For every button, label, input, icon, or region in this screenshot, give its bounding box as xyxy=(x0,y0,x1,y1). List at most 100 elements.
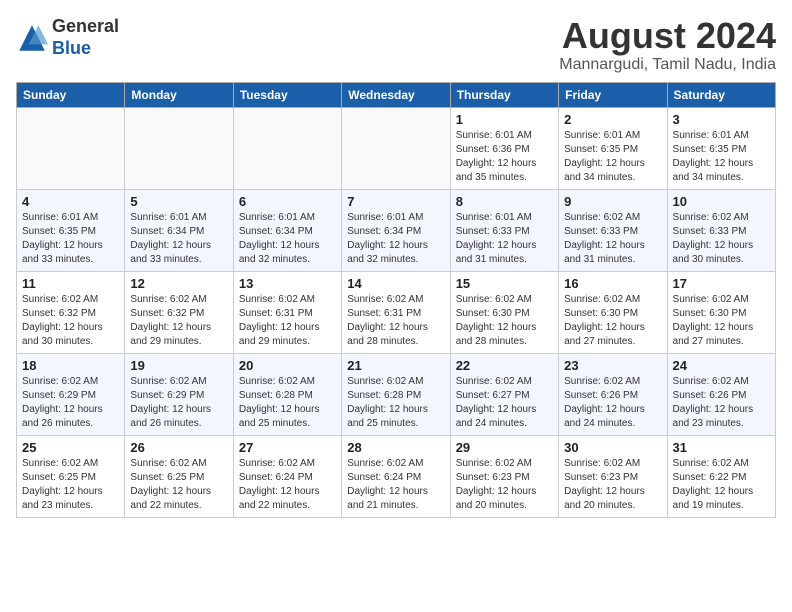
weekday-header-wednesday: Wednesday xyxy=(342,82,450,107)
logo-text: General Blue xyxy=(52,16,119,59)
day-number: 23 xyxy=(564,358,661,373)
day-info: Sunrise: 6:02 AM Sunset: 6:33 PM Dayligh… xyxy=(564,211,661,267)
calendar-cell: 26 Sunrise: 6:02 AM Sunset: 6:25 PM Dayli… xyxy=(125,435,233,517)
day-info: Sunrise: 6:02 AM Sunset: 6:29 PM Dayligh… xyxy=(22,375,119,431)
calendar-cell: 17 Sunrise: 6:02 AM Sunset: 6:30 PM Dayli… xyxy=(667,271,775,353)
month-year-title: August 2024 xyxy=(559,16,776,56)
day-number: 11 xyxy=(22,276,119,291)
day-number: 19 xyxy=(130,358,227,373)
day-info: Sunrise: 6:01 AM Sunset: 6:35 PM Dayligh… xyxy=(22,211,119,267)
day-info: Sunrise: 6:01 AM Sunset: 6:36 PM Dayligh… xyxy=(456,129,553,185)
day-info: Sunrise: 6:02 AM Sunset: 6:30 PM Dayligh… xyxy=(456,293,553,349)
day-number: 27 xyxy=(239,440,336,455)
logo-icon xyxy=(16,22,48,54)
day-info: Sunrise: 6:02 AM Sunset: 6:22 PM Dayligh… xyxy=(673,457,770,513)
day-info: Sunrise: 6:02 AM Sunset: 6:23 PM Dayligh… xyxy=(456,457,553,513)
day-number: 14 xyxy=(347,276,444,291)
page-header: General Blue August 2024 Mannargudi, Tam… xyxy=(16,16,776,74)
calendar-cell: 21 Sunrise: 6:02 AM Sunset: 6:28 PM Dayli… xyxy=(342,353,450,435)
calendar-cell: 16Sunrise: 6:02 AM Sunset: 6:30 PM Dayli… xyxy=(559,271,667,353)
title-block: August 2024 Mannargudi, Tamil Nadu, Indi… xyxy=(559,16,776,74)
calendar-cell xyxy=(233,107,341,189)
day-info: Sunrise: 6:01 AM Sunset: 6:34 PM Dayligh… xyxy=(347,211,444,267)
day-number: 3 xyxy=(673,112,770,127)
day-info: Sunrise: 6:01 AM Sunset: 6:34 PM Dayligh… xyxy=(130,211,227,267)
calendar-cell: 3 Sunrise: 6:01 AM Sunset: 6:35 PM Daylig… xyxy=(667,107,775,189)
calendar-cell: 25Sunrise: 6:02 AM Sunset: 6:25 PM Dayli… xyxy=(17,435,125,517)
calendar-cell: 20 Sunrise: 6:02 AM Sunset: 6:28 PM Dayli… xyxy=(233,353,341,435)
day-number: 6 xyxy=(239,194,336,209)
day-number: 2 xyxy=(564,112,661,127)
calendar-cell: 19 Sunrise: 6:02 AM Sunset: 6:29 PM Dayli… xyxy=(125,353,233,435)
calendar-cell: 27Sunrise: 6:02 AM Sunset: 6:24 PM Dayli… xyxy=(233,435,341,517)
day-number: 24 xyxy=(673,358,770,373)
day-info: Sunrise: 6:02 AM Sunset: 6:29 PM Dayligh… xyxy=(130,375,227,431)
day-number: 15 xyxy=(456,276,553,291)
calendar-week-3: 11 Sunrise: 6:02 AM Sunset: 6:32 PM Dayli… xyxy=(17,271,776,353)
calendar-cell: 13 Sunrise: 6:02 AM Sunset: 6:31 PM Dayli… xyxy=(233,271,341,353)
calendar-cell xyxy=(125,107,233,189)
calendar-table: SundayMondayTuesdayWednesdayThursdayFrid… xyxy=(16,82,776,518)
calendar-cell: 12 Sunrise: 6:02 AM Sunset: 6:32 PM Dayli… xyxy=(125,271,233,353)
calendar-cell: 23 Sunrise: 6:02 AM Sunset: 6:26 PM Dayli… xyxy=(559,353,667,435)
day-number: 13 xyxy=(239,276,336,291)
day-info: Sunrise: 6:02 AM Sunset: 6:32 PM Dayligh… xyxy=(130,293,227,349)
day-info: Sunrise: 6:02 AM Sunset: 6:28 PM Dayligh… xyxy=(347,375,444,431)
day-info: Sunrise: 6:02 AM Sunset: 6:28 PM Dayligh… xyxy=(239,375,336,431)
day-info: Sunrise: 6:02 AM Sunset: 6:25 PM Dayligh… xyxy=(130,457,227,513)
day-number: 10 xyxy=(673,194,770,209)
calendar-cell: 6 Sunrise: 6:01 AM Sunset: 6:34 PM Daylig… xyxy=(233,189,341,271)
day-number: 8 xyxy=(456,194,553,209)
day-number: 28 xyxy=(347,440,444,455)
day-number: 31 xyxy=(673,440,770,455)
day-info: Sunrise: 6:01 AM Sunset: 6:33 PM Dayligh… xyxy=(456,211,553,267)
calendar-cell: 8 Sunrise: 6:01 AM Sunset: 6:33 PM Daylig… xyxy=(450,189,558,271)
calendar-week-2: 4 Sunrise: 6:01 AM Sunset: 6:35 PM Daylig… xyxy=(17,189,776,271)
day-info: Sunrise: 6:02 AM Sunset: 6:26 PM Dayligh… xyxy=(564,375,661,431)
day-info: Sunrise: 6:01 AM Sunset: 6:34 PM Dayligh… xyxy=(239,211,336,267)
day-info: Sunrise: 6:02 AM Sunset: 6:24 PM Dayligh… xyxy=(347,457,444,513)
weekday-header-saturday: Saturday xyxy=(667,82,775,107)
day-number: 12 xyxy=(130,276,227,291)
calendar-cell: 9 Sunrise: 6:02 AM Sunset: 6:33 PM Daylig… xyxy=(559,189,667,271)
day-info: Sunrise: 6:02 AM Sunset: 6:26 PM Dayligh… xyxy=(673,375,770,431)
calendar-cell: 24 Sunrise: 6:02 AM Sunset: 6:26 PM Dayli… xyxy=(667,353,775,435)
day-number: 1 xyxy=(456,112,553,127)
day-number: 9 xyxy=(564,194,661,209)
day-number: 22 xyxy=(456,358,553,373)
calendar-week-5: 25Sunrise: 6:02 AM Sunset: 6:25 PM Dayli… xyxy=(17,435,776,517)
day-number: 16 xyxy=(564,276,661,291)
day-number: 4 xyxy=(22,194,119,209)
day-info: Sunrise: 6:02 AM Sunset: 6:31 PM Dayligh… xyxy=(239,293,336,349)
day-info: Sunrise: 6:02 AM Sunset: 6:32 PM Dayligh… xyxy=(22,293,119,349)
calendar-cell: 28 Sunrise: 6:02 AM Sunset: 6:24 PM Dayli… xyxy=(342,435,450,517)
day-number: 29 xyxy=(456,440,553,455)
day-number: 21 xyxy=(347,358,444,373)
weekday-header-friday: Friday xyxy=(559,82,667,107)
calendar-cell: 1 Sunrise: 6:01 AM Sunset: 6:36 PM Daylig… xyxy=(450,107,558,189)
weekday-header-monday: Monday xyxy=(125,82,233,107)
calendar-cell: 11 Sunrise: 6:02 AM Sunset: 6:32 PM Dayli… xyxy=(17,271,125,353)
day-number: 18 xyxy=(22,358,119,373)
day-info: Sunrise: 6:01 AM Sunset: 6:35 PM Dayligh… xyxy=(673,129,770,185)
calendar-cell: 29 Sunrise: 6:02 AM Sunset: 6:23 PM Dayli… xyxy=(450,435,558,517)
calendar-cell: 7 Sunrise: 6:01 AM Sunset: 6:34 PM Daylig… xyxy=(342,189,450,271)
weekday-header-row: SundayMondayTuesdayWednesdayThursdayFrid… xyxy=(17,82,776,107)
calendar-cell xyxy=(342,107,450,189)
day-info: Sunrise: 6:02 AM Sunset: 6:30 PM Dayligh… xyxy=(673,293,770,349)
day-info: Sunrise: 6:02 AM Sunset: 6:31 PM Dayligh… xyxy=(347,293,444,349)
weekday-header-sunday: Sunday xyxy=(17,82,125,107)
calendar-week-4: 18 Sunrise: 6:02 AM Sunset: 6:29 PM Dayli… xyxy=(17,353,776,435)
calendar-cell: 18 Sunrise: 6:02 AM Sunset: 6:29 PM Dayli… xyxy=(17,353,125,435)
day-info: Sunrise: 6:02 AM Sunset: 6:25 PM Dayligh… xyxy=(22,457,119,513)
logo: General Blue xyxy=(16,16,119,59)
calendar-cell: 4 Sunrise: 6:01 AM Sunset: 6:35 PM Daylig… xyxy=(17,189,125,271)
day-number: 26 xyxy=(130,440,227,455)
day-number: 7 xyxy=(347,194,444,209)
weekday-header-tuesday: Tuesday xyxy=(233,82,341,107)
day-number: 5 xyxy=(130,194,227,209)
calendar-week-1: 1 Sunrise: 6:01 AM Sunset: 6:36 PM Daylig… xyxy=(17,107,776,189)
calendar-cell: 2Sunrise: 6:01 AM Sunset: 6:35 PM Daylig… xyxy=(559,107,667,189)
day-number: 17 xyxy=(673,276,770,291)
day-number: 20 xyxy=(239,358,336,373)
